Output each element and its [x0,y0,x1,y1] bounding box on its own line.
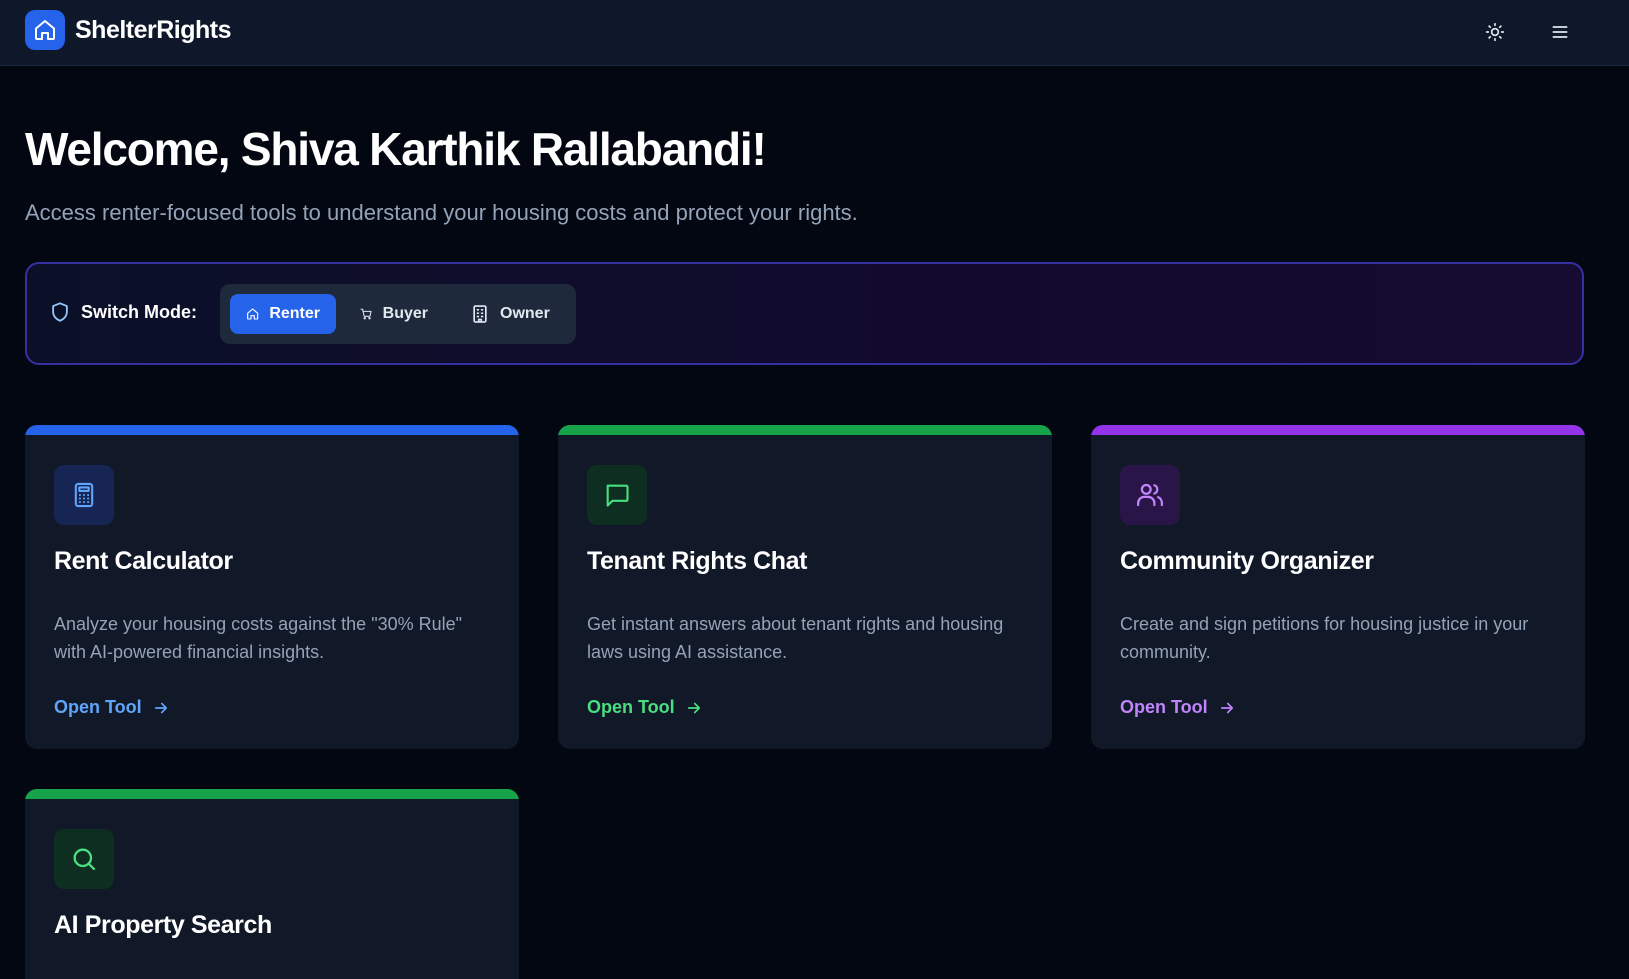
brand[interactable]: ShelterRights [25,10,232,50]
sun-icon [1485,22,1505,42]
mode-buyer-button[interactable]: Buyer [344,294,444,334]
shield-icon [52,302,68,322]
card-description: Analyze your housing costs against the "… [54,614,463,662]
open-tool-link[interactable]: Open Tool [1120,697,1236,718]
arrow-right-icon [154,702,167,713]
card-title: Rent Calculator [54,547,233,575]
brand-name: ShelterRights [75,15,232,44]
mode-label-text: Switch Mode: [81,301,197,322]
open-tool-link[interactable]: Open Tool [587,697,703,718]
hamburger-menu-icon [1552,26,1568,38]
theme-toggle-button[interactable] [1477,14,1513,50]
tool-card-rent-calculator[interactable]: Rent Calculator Analyze your housing cos… [25,425,519,749]
top-navbar: ShelterRights [0,0,1629,66]
search-icon [54,829,114,889]
card-description: Create and sign petitions for housing ju… [1120,614,1529,662]
mode-renter-label: Renter [269,305,320,322]
card-accent-bar [1091,425,1585,435]
card-accent-bar [25,425,519,435]
mode-renter-button[interactable]: Renter [230,294,336,334]
page-subtitle: Access renter-focused tools to understan… [25,200,858,225]
arrow-right-icon [1220,702,1233,713]
home-icon [247,308,259,320]
card-title: Community Organizer [1120,547,1374,575]
mode-buyer-label: Buyer [382,305,428,322]
users-icon [1120,465,1180,525]
open-tool-label: Open Tool [587,697,675,717]
open-tool-label: Open Tool [54,697,142,717]
chat-icon [587,465,647,525]
mode-owner-button[interactable]: Owner [454,294,566,334]
page-title: Welcome, Shiva Karthik Rallabandi! [25,123,767,175]
mode-owner-label: Owner [500,305,550,322]
card-accent-bar [25,789,519,799]
card-title: AI Property Search [54,911,272,939]
arrow-right-icon [687,702,700,713]
open-tool-link[interactable]: Open Tool [54,697,170,718]
tool-card-community-organizer[interactable]: Community Organizer Create and sign peti… [1091,425,1585,749]
calculator-icon [54,465,114,525]
building-icon [473,305,487,323]
mode-switch: Renter Buyer Owner [220,284,576,344]
cart-icon [360,308,372,320]
tool-card-tenant-rights-chat[interactable]: Tenant Rights Chat Get instant answers a… [558,425,1052,749]
card-accent-bar [558,425,1052,435]
mode-label: Switch Mode: [49,301,197,323]
card-description: Get instant answers about tenant rights … [587,614,1004,662]
menu-button[interactable] [1542,14,1578,50]
open-tool-label: Open Tool [1120,697,1208,717]
tool-card-ai-property-search[interactable]: AI Property Search [25,789,519,979]
mode-panel: Switch Mode: Renter Buyer Owner [25,262,1584,365]
home-icon [25,10,65,50]
card-title: Tenant Rights Chat [587,547,808,575]
